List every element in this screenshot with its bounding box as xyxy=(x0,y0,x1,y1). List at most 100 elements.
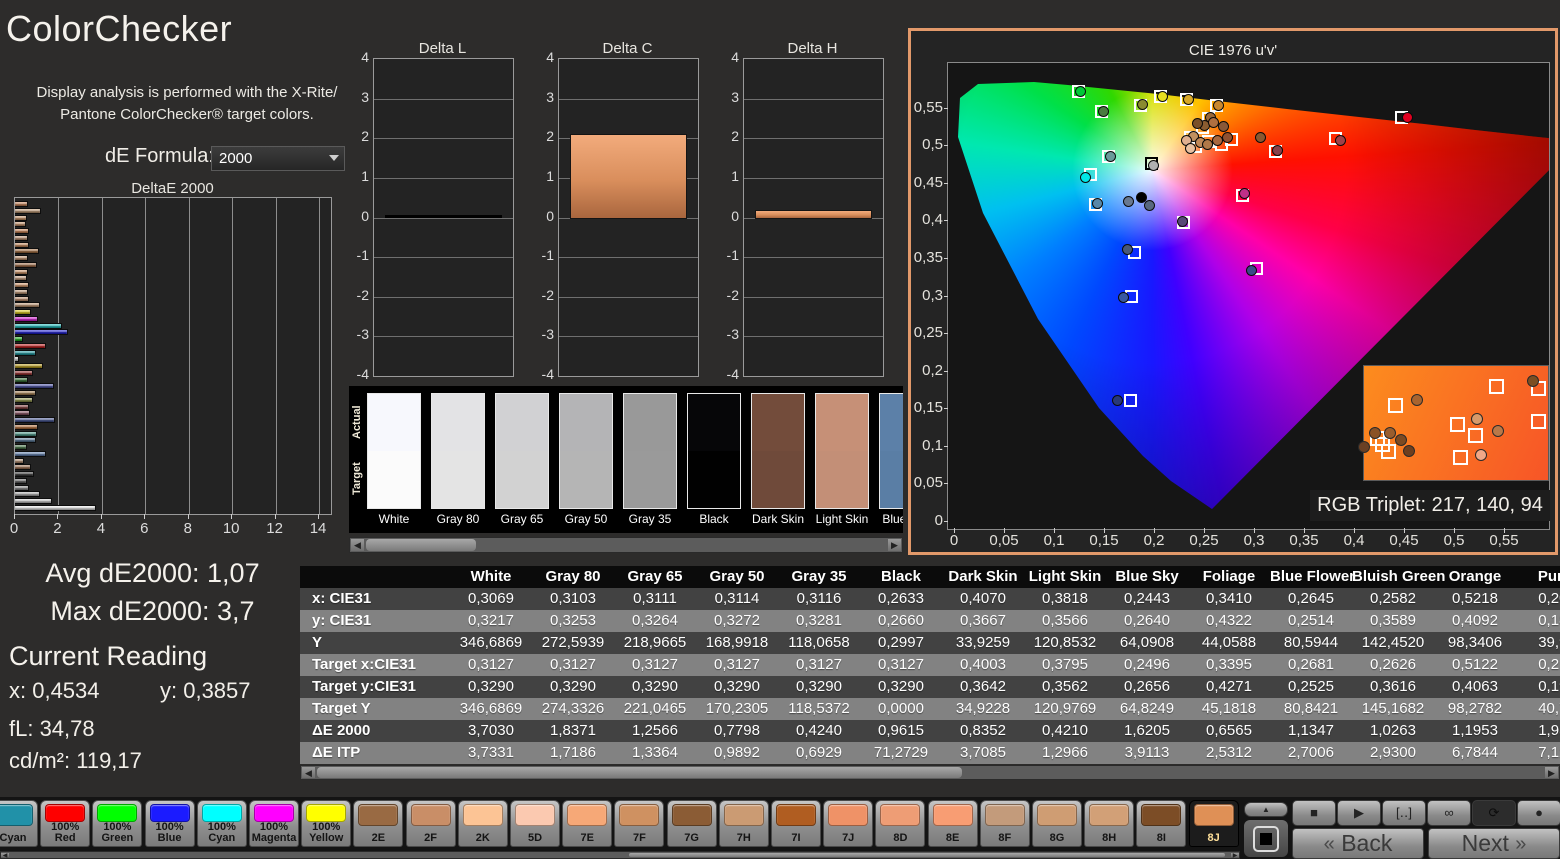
table-scrollbar[interactable]: ◀ ▶ xyxy=(300,765,1560,780)
scroll-left-icon[interactable]: ◀ xyxy=(302,767,315,778)
scroll-left-icon[interactable]: ◀ xyxy=(1,853,9,857)
table-cell: 1,2966 xyxy=(1024,742,1106,764)
gridline xyxy=(559,99,698,100)
color-patch xyxy=(411,804,451,826)
max-de2000: Max dE2000: 3,7 xyxy=(0,596,305,627)
swatch xyxy=(623,393,677,509)
deltae-bar xyxy=(15,397,33,403)
patch-button-2f[interactable]: 2F xyxy=(406,800,456,847)
patch-button-100-blue[interactable]: 100%Blue xyxy=(145,800,195,847)
patch-button-7e[interactable]: 7E xyxy=(562,800,612,847)
patch-button-8h[interactable]: 8H xyxy=(1084,800,1134,847)
swatch-scrollbar-thumb[interactable] xyxy=(366,539,476,551)
deltae-bar xyxy=(15,201,28,207)
column-header: Blue Flower xyxy=(1270,566,1352,588)
table-cell: 0,189 xyxy=(1516,610,1560,632)
patch-button-7g[interactable]: 7G xyxy=(667,800,717,847)
toolbar-scrollbar[interactable]: ◀ ▶ xyxy=(0,851,1240,859)
measured-marker xyxy=(1218,121,1229,132)
scroll-right-icon[interactable]: ▶ xyxy=(1545,767,1558,778)
table-cell: 0,3290 xyxy=(532,676,614,698)
table-cell: 0,4322 xyxy=(1188,610,1270,632)
refresh-button[interactable]: ⟳ xyxy=(1472,800,1516,826)
patch-button-5d[interactable]: 5D xyxy=(510,800,560,847)
color-patch xyxy=(567,804,607,826)
axis-tick-label: 0,3 xyxy=(911,287,943,304)
patch-button-100-yellow[interactable]: 100%Yellow xyxy=(301,800,351,847)
patch-label-line: 7F xyxy=(633,833,646,844)
table-cell: 0,3395 xyxy=(1188,654,1270,676)
deltae-bar xyxy=(15,248,39,254)
scroll-right-icon[interactable]: ▶ xyxy=(888,539,901,551)
patch-button-8d[interactable]: 8D xyxy=(875,800,925,847)
axis-tick xyxy=(1254,528,1255,533)
axis-tick-label: 4 xyxy=(345,49,369,65)
play-button[interactable]: ▶ xyxy=(1337,800,1381,826)
record-button[interactable]: ● xyxy=(1517,800,1560,826)
patch-button-7i[interactable]: 7I xyxy=(771,800,821,847)
patch-button-2k[interactable]: 2K xyxy=(458,800,508,847)
range-button[interactable]: [‥] xyxy=(1382,800,1426,826)
patch-button-8i[interactable]: 8I xyxy=(1136,800,1186,847)
swatch xyxy=(687,393,741,509)
stop-measure-button[interactable] xyxy=(1244,820,1288,857)
de-formula-dropdown[interactable]: 2000 xyxy=(211,146,345,171)
table-cell: 0,3562 xyxy=(1024,676,1106,698)
delta-chart-plot xyxy=(558,58,699,377)
axis-tick-label: 3 xyxy=(345,89,369,105)
swatch-actual-color xyxy=(560,394,612,451)
table-cell: 0,2582 xyxy=(1352,588,1434,610)
deltae-bar xyxy=(15,444,27,450)
measurement-table: WhiteGray 80Gray 65Gray 50Gray 35BlackDa… xyxy=(300,566,1560,764)
deltae-bar xyxy=(15,323,62,329)
scroll-left-icon[interactable]: ◀ xyxy=(351,539,364,551)
gridline xyxy=(374,138,513,139)
column-header: Light Skin xyxy=(1024,566,1106,588)
target-marker xyxy=(1375,437,1390,452)
swatch-scrollbar[interactable]: ◀ ▶ xyxy=(349,537,903,553)
table-cell: 0,3114 xyxy=(696,588,778,610)
table-cell: 98,3406 xyxy=(1434,632,1516,654)
patch-button-100-magenta[interactable]: 100%Magenta xyxy=(249,800,299,847)
measured-marker xyxy=(1222,132,1233,143)
patch-button-2e[interactable]: 2E xyxy=(353,800,403,847)
measured-marker xyxy=(1239,188,1250,199)
table-cell: 0,3410 xyxy=(1188,588,1270,610)
patch-button-8g[interactable]: 8G xyxy=(1032,800,1082,847)
patch-button-8j[interactable]: 8J xyxy=(1189,800,1239,847)
patch-button-100-green[interactable]: 100%Green xyxy=(92,800,142,847)
deltae-bar xyxy=(15,505,96,511)
table-cell: 0,2640 xyxy=(1106,610,1188,632)
patch-button-7f[interactable]: 7F xyxy=(614,800,664,847)
loop-button[interactable]: ∞ xyxy=(1427,800,1471,826)
next-button[interactable]: Next » xyxy=(1428,828,1560,859)
scroll-right-icon[interactable]: ▶ xyxy=(1231,853,1239,857)
delta-chart-title: Delta H xyxy=(743,40,882,57)
table-cell: 0,192 xyxy=(1516,676,1560,698)
patch-label: 2E xyxy=(372,826,385,846)
swatch-label: Blue Sky xyxy=(854,512,903,526)
patch-button-8f[interactable]: 8F xyxy=(980,800,1030,847)
patch-button-7h[interactable]: 7H xyxy=(719,800,769,847)
back-button[interactable]: « Back xyxy=(1292,828,1424,859)
table-cell: 0,3111 xyxy=(614,588,696,610)
patch-label: 8D xyxy=(893,826,907,846)
table-cell: 120,9769 xyxy=(1024,698,1106,720)
patch-button-100-cyan[interactable]: 100%Cyan xyxy=(197,800,247,847)
patch-label: 8H xyxy=(1102,826,1116,846)
table-cell: 1,0263 xyxy=(1352,720,1434,742)
chevron-down-icon xyxy=(329,155,339,161)
toolbar-scrollbar-thumb[interactable] xyxy=(629,853,1225,857)
axis-tick-label: 0 xyxy=(530,208,554,224)
patch-button-7j[interactable]: 7J xyxy=(823,800,873,847)
stop-icon-button[interactable]: ■ xyxy=(1292,800,1336,826)
patch-button-100-red[interactable]: 100% Red xyxy=(40,800,90,847)
swatch-target-color xyxy=(368,451,420,508)
patch-button-cyan[interactable]: Cyan xyxy=(0,800,38,847)
patch-button-8e[interactable]: 8E xyxy=(928,800,978,847)
table-scrollbar-thumb[interactable] xyxy=(317,767,962,778)
collapse-up-button[interactable]: ▲ xyxy=(1244,802,1288,817)
axis-tick-label: -3 xyxy=(715,326,739,342)
gridline xyxy=(374,178,513,179)
deltae-bar xyxy=(15,255,28,261)
